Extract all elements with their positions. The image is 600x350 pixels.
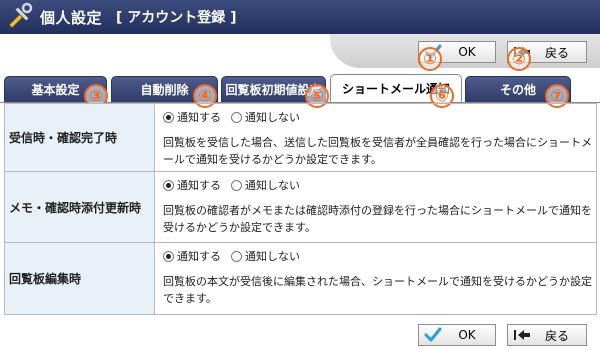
radio-dot-checked — [163, 250, 174, 262]
radio-no-notify[interactable]: 通知しない — [231, 248, 300, 264]
tab-label: その他 — [499, 83, 536, 97]
radio-no-notify[interactable]: 通知しない — [231, 177, 300, 193]
setting-body: 通知する 通知しない 回覧板の確認者がメモまたは確認時添付の登録を行った場合にシ… — [157, 172, 596, 242]
setting-body: 通知する 通知しない 回覧板の本文が受信後に編集された場合、ショートメールで通知… — [157, 243, 596, 314]
radio-dot-checked — [163, 179, 174, 191]
page-title: 個人設定 — [40, 8, 103, 27]
ok-button-label: OK — [458, 328, 476, 342]
setting-row-memo: メモ・確認時添付更新時 通知する 通知しない 回覧板の確認者がメモまたは確認時添… — [4, 172, 597, 243]
radio-label: 通知する — [177, 179, 221, 192]
marker-2: ② — [507, 47, 531, 71]
tools-icon — [4, 2, 34, 32]
radio-dot — [231, 179, 242, 191]
back-button-label: 戻る — [544, 45, 569, 60]
radio-notify[interactable]: 通知する — [163, 109, 221, 125]
back-arrow-icon — [512, 326, 532, 344]
radio-group: 通知する 通知しない — [163, 247, 592, 265]
radio-group: 通知する 通知しない — [163, 176, 592, 194]
radio-label: 通知する — [177, 111, 221, 124]
radio-dot — [231, 111, 242, 123]
setting-label: 回覧板編集時 — [5, 243, 155, 314]
header-bar: 個人設定 [ アカウント登録 ] — [0, 0, 600, 34]
setting-label: 受信時・確認完了時 — [5, 104, 155, 171]
setting-row-receive: 受信時・確認完了時 通知する 通知しない 回覧板を受信した場合、送信した回覧板を… — [4, 103, 597, 172]
ok-button-label: OK — [458, 45, 476, 59]
marker-1: ① — [418, 47, 442, 71]
check-icon — [423, 326, 443, 344]
setting-description: 回覧板の本文が受信後に編集された場合、ショートメールで通知を受けるかどうか設定で… — [163, 275, 592, 305]
radio-dot — [231, 250, 242, 262]
radio-group: 通知する 通知しない — [163, 108, 592, 126]
setting-row-edit: 回覧板編集時 通知する 通知しない 回覧板の本文が受信後に編集された場合、ショー… — [4, 243, 597, 315]
tab-label: 自動削除 — [140, 83, 189, 97]
back-button-label: 戻る — [544, 328, 569, 343]
page-subtitle: [ アカウント登録 ] — [116, 10, 237, 26]
radio-label: 通知しない — [245, 111, 300, 124]
setting-body: 通知する 通知しない 回覧板を受信した場合、送信した回覧板を受信者が全員確認を行… — [157, 104, 596, 171]
setting-label: メモ・確認時添付更新時 — [5, 172, 155, 242]
radio-label: 通知する — [177, 250, 221, 263]
setting-description: 回覧板の確認者がメモまたは確認時添付の登録を行った場合にショートメールで通知を受… — [163, 204, 592, 234]
radio-notify[interactable]: 通知する — [163, 248, 221, 264]
radio-label: 通知しない — [245, 179, 300, 192]
ok-button-bottom[interactable]: OK — [418, 324, 496, 346]
setting-description: 回覧板を受信した場合、送信した回覧板を受信者が全員確認を行った場合にショートメー… — [163, 136, 592, 166]
radio-notify[interactable]: 通知する — [163, 177, 221, 193]
tab-label: 基本設定 — [31, 83, 80, 97]
radio-no-notify[interactable]: 通知しない — [231, 109, 300, 125]
radio-dot-checked — [163, 111, 174, 123]
radio-label: 通知しない — [245, 250, 300, 263]
back-button-bottom[interactable]: 戻る — [507, 324, 587, 346]
